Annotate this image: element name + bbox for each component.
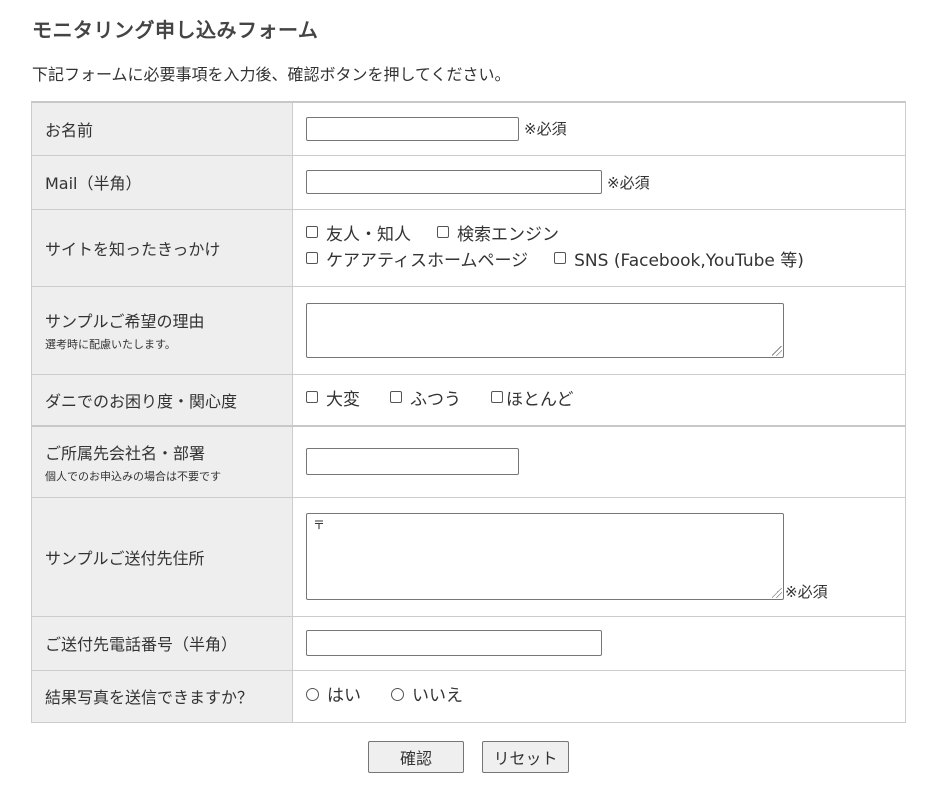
homepage-option-label: ケアアティスホームページ xyxy=(326,250,529,271)
row-name: お名前 ※必須 xyxy=(31,101,906,156)
source-label: サイトを知ったきっかけ xyxy=(31,208,293,287)
mail-label: Mail（半角） xyxy=(31,154,293,210)
source-cell: 友人・知人 検索エンジン ケアアティスホームページ SNS (Facebook,Yo… xyxy=(292,208,906,287)
reason-note: 選考時に配慮いたします。 xyxy=(45,338,176,351)
company-label: ご所属先会社名・部署 xyxy=(45,443,206,463)
address-cell: 〒 ※必須 xyxy=(292,496,906,617)
normal-option-label: ふつう xyxy=(410,389,461,410)
row-photo: 結果写真を送信できますか？ はい いいえ xyxy=(31,669,906,723)
name-input[interactable] xyxy=(306,116,519,141)
reset-button[interactable]: リセット xyxy=(482,741,569,773)
intro-text: 下記フォームに必要事項を入力後、確認ボタンを押してください。 xyxy=(32,65,511,84)
name-cell: ※必須 xyxy=(292,101,906,156)
photo-option-no[interactable]: いいえ xyxy=(391,683,463,709)
company-cell xyxy=(292,425,906,498)
search-checkbox[interactable] xyxy=(437,225,449,238)
concern-option-normal[interactable]: ふつう xyxy=(390,387,461,413)
rarely-option-label: ほとんど xyxy=(506,389,574,410)
resize-grip-icon[interactable] xyxy=(772,588,782,598)
very-option-label: 大変 xyxy=(326,389,360,410)
sns-checkbox[interactable] xyxy=(554,251,567,264)
rarely-checkbox[interactable] xyxy=(491,390,503,403)
homepage-checkbox[interactable] xyxy=(306,251,318,264)
row-reason: サンプルご希望の理由 選考時に配慮いたします。 xyxy=(31,285,906,375)
photo-label: 結果写真を送信できますか？ xyxy=(31,669,293,723)
concern-cell: 大変 ふつう ほとんど xyxy=(292,373,906,427)
yes-radio[interactable] xyxy=(306,687,319,701)
name-required-note: ※必須 xyxy=(524,120,567,139)
row-address: サンプルご送付先住所 〒 ※必須 xyxy=(31,496,906,617)
address-required-note: ※必須 xyxy=(785,583,828,601)
reason-label: サンプルご希望の理由 xyxy=(45,312,205,331)
very-checkbox[interactable] xyxy=(306,390,318,403)
normal-checkbox[interactable] xyxy=(390,390,402,403)
mail-input[interactable] xyxy=(306,170,602,194)
phone-cell xyxy=(292,615,906,671)
friend-option-label: 友人・知人 xyxy=(326,224,411,245)
row-phone: ご送付先電話番号（半角） xyxy=(31,615,906,671)
address-textarea[interactable]: 〒 xyxy=(306,513,784,600)
search-option-label: 検索エンジン xyxy=(457,224,559,245)
source-options-line-1: 友人・知人 検索エンジン xyxy=(306,222,905,248)
source-option-sns[interactable]: SNS (Facebook,YouTube 等) xyxy=(554,248,804,274)
mail-required-note: ※必須 xyxy=(607,173,650,192)
address-textarea-value: 〒 xyxy=(313,518,326,532)
concern-option-rarely[interactable]: ほとんど xyxy=(491,387,574,413)
friend-checkbox[interactable] xyxy=(306,225,318,238)
concern-options: 大変 ふつう ほとんど xyxy=(306,387,905,413)
reason-textarea[interactable] xyxy=(306,302,784,358)
no-radio[interactable] xyxy=(391,687,404,701)
no-option-label: いいえ xyxy=(412,686,463,706)
yes-option-label: はい xyxy=(327,686,361,706)
source-options-line-2: ケアアティスホームページ SNS (Facebook,YouTube 等) xyxy=(306,248,905,274)
sns-option-label: SNS (Facebook,YouTube 等) xyxy=(574,250,804,271)
row-company: ご所属先会社名・部署 個人でのお申込みの場合は不要です xyxy=(31,425,906,498)
source-option-friend[interactable]: 友人・知人 xyxy=(306,222,411,248)
address-label: サンプルご送付先住所 xyxy=(31,496,293,617)
name-label: お名前 xyxy=(31,101,293,156)
photo-options: はい いいえ xyxy=(306,683,905,709)
company-note: 個人でのお申込みの場合は不要です xyxy=(45,469,221,483)
confirm-button[interactable]: 確認 xyxy=(368,741,464,773)
concern-option-very[interactable]: 大変 xyxy=(306,387,360,413)
row-concern: ダニでのお困り度・関心度 大変 ふつう ほとんど xyxy=(31,373,906,427)
mail-cell: ※必須 xyxy=(292,154,906,210)
resize-grip-icon[interactable] xyxy=(772,345,782,356)
photo-cell: はい いいえ xyxy=(292,669,906,723)
company-input[interactable] xyxy=(306,448,519,476)
row-source: サイトを知ったきっかけ 友人・知人 検索エンジン ケアアティスホームページ SNS … xyxy=(31,208,906,287)
reason-cell xyxy=(292,285,906,375)
company-label-cell: ご所属先会社名・部署 個人でのお申込みの場合は不要です xyxy=(31,425,293,498)
page-title: モニタリング申し込みフォーム xyxy=(32,18,319,42)
reason-label-cell: サンプルご希望の理由 選考時に配慮いたします。 xyxy=(31,285,293,375)
application-form-table: お名前 ※必須 Mail（半角） ※必須 サイトを知ったきっかけ 友人・知人 検索… xyxy=(31,101,906,723)
photo-option-yes[interactable]: はい xyxy=(306,683,361,709)
phone-label: ご送付先電話番号（半角） xyxy=(31,615,293,671)
phone-input[interactable] xyxy=(306,630,602,656)
source-option-search[interactable]: 検索エンジン xyxy=(437,222,559,248)
row-mail: Mail（半角） ※必須 xyxy=(31,154,906,210)
source-option-homepage[interactable]: ケアアティスホームページ xyxy=(306,248,528,274)
concern-label: ダニでのお困り度・関心度 xyxy=(31,373,293,427)
